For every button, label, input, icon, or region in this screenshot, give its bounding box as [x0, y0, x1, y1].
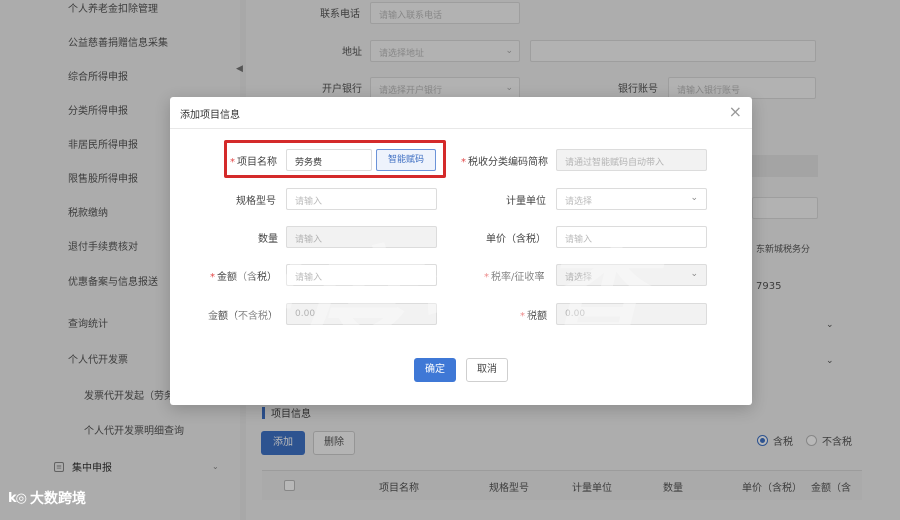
tax-amount-label: * 税额	[520, 307, 547, 322]
close-icon[interactable]: ×	[729, 103, 742, 121]
qty-label: 数量	[258, 234, 278, 245]
qty-input[interactable]: 请输入	[286, 226, 437, 248]
required-mark: *	[210, 272, 215, 283]
rate-select[interactable]: 请选择 ⌄	[556, 264, 707, 286]
rate-placeholder: 请选择	[565, 273, 593, 283]
amount-incl-input[interactable]: 请输入	[286, 264, 437, 286]
unit-placeholder: 请选择	[565, 197, 593, 207]
unit-label: 计量单位	[506, 196, 546, 207]
confirm-button[interactable]: 确定	[414, 358, 456, 382]
rate-label-text: 税率/征收率	[491, 272, 545, 283]
required-mark: *	[461, 157, 466, 168]
brand-mark: k◎	[8, 490, 27, 506]
rate-label: * 税率/征收率	[484, 268, 544, 283]
add-item-dialog: 添加项目信息 × * 项目名称 劳务费 智能赋码 * 税收分类编码简称 请通过智能赋…	[170, 97, 752, 405]
chevron-down-icon: ⌄	[690, 269, 698, 279]
amount-excl-input: 0.00	[286, 303, 437, 325]
brand-logo: k◎ 大数跨境	[8, 488, 86, 508]
brand-name: 大数跨境	[30, 491, 86, 507]
tax-code-label-text: 税收分类编码简称	[468, 157, 548, 168]
required-mark: *	[520, 311, 525, 322]
cancel-button[interactable]: 取消	[466, 358, 508, 382]
dialog-header: 添加项目信息 ×	[170, 97, 752, 129]
price-label: 单价（含税）	[486, 234, 546, 245]
amount-excl-label: 金额（不含税）	[208, 311, 278, 322]
amount-incl-label: * 金额（含税）	[210, 268, 277, 283]
unit-select[interactable]: 请选择 ⌄	[556, 188, 707, 210]
required-mark: *	[484, 272, 489, 283]
spec-input[interactable]: 请输入	[286, 188, 437, 210]
highlight-box	[224, 140, 446, 178]
tax-code-input: 请通过智能赋码自动带入	[556, 149, 707, 171]
tax-amount-label-text: 税额	[527, 311, 547, 322]
tax-amount-input: 0.00	[556, 303, 707, 325]
spec-label: 规格型号	[236, 196, 276, 207]
amount-incl-label-text: 金额（含税）	[217, 272, 277, 283]
chevron-down-icon: ⌄	[690, 193, 698, 203]
tax-code-label: * 税收分类编码简称	[461, 153, 548, 168]
price-input[interactable]: 请输入	[556, 226, 707, 248]
dialog-title: 添加项目信息	[180, 110, 240, 121]
